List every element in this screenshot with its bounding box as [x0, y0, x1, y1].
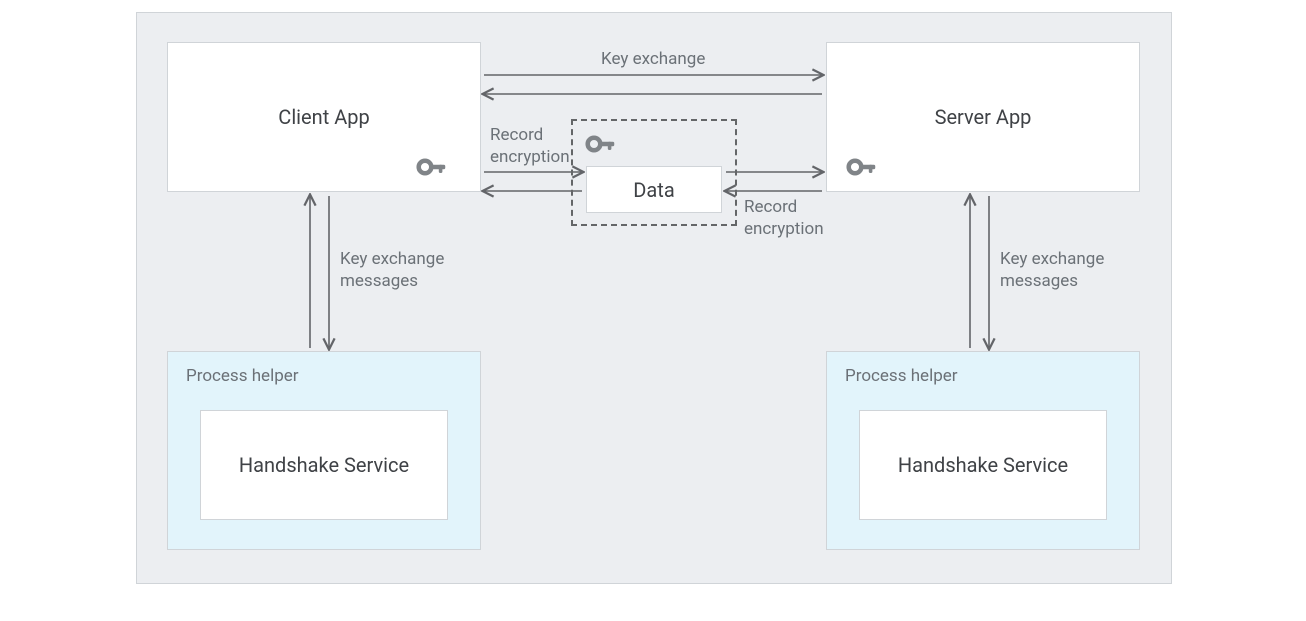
architecture-diagram: Client App Server App Data Process helpe… — [0, 0, 1306, 621]
handshake-service-box: Handshake Service — [200, 410, 448, 520]
key-icon — [582, 126, 618, 162]
key-icon — [843, 149, 879, 185]
process-helper-label: Process helper — [186, 366, 299, 386]
record-encryption-label-left: Record encryption — [490, 124, 570, 168]
key-exchange-label: Key exchange — [601, 48, 705, 70]
data-box: Data — [586, 166, 722, 213]
handshake-service-label: Handshake Service — [239, 453, 409, 477]
process-helper-left: Process helper Handshake Service — [167, 351, 481, 550]
server-app-label: Server App — [935, 105, 1032, 129]
handshake-service-label: Handshake Service — [898, 453, 1068, 477]
process-helper-label: Process helper — [845, 366, 958, 386]
client-app-label: Client App — [278, 105, 369, 129]
key-exchange-messages-label-left: Key exchange messages — [340, 248, 450, 292]
key-exchange-messages-label-right: Key exchange messages — [1000, 248, 1110, 292]
record-encryption-label-right: Record encryption — [744, 196, 824, 240]
handshake-service-box: Handshake Service — [859, 410, 1107, 520]
key-icon — [413, 149, 449, 185]
data-label: Data — [633, 178, 674, 202]
process-helper-right: Process helper Handshake Service — [826, 351, 1140, 550]
